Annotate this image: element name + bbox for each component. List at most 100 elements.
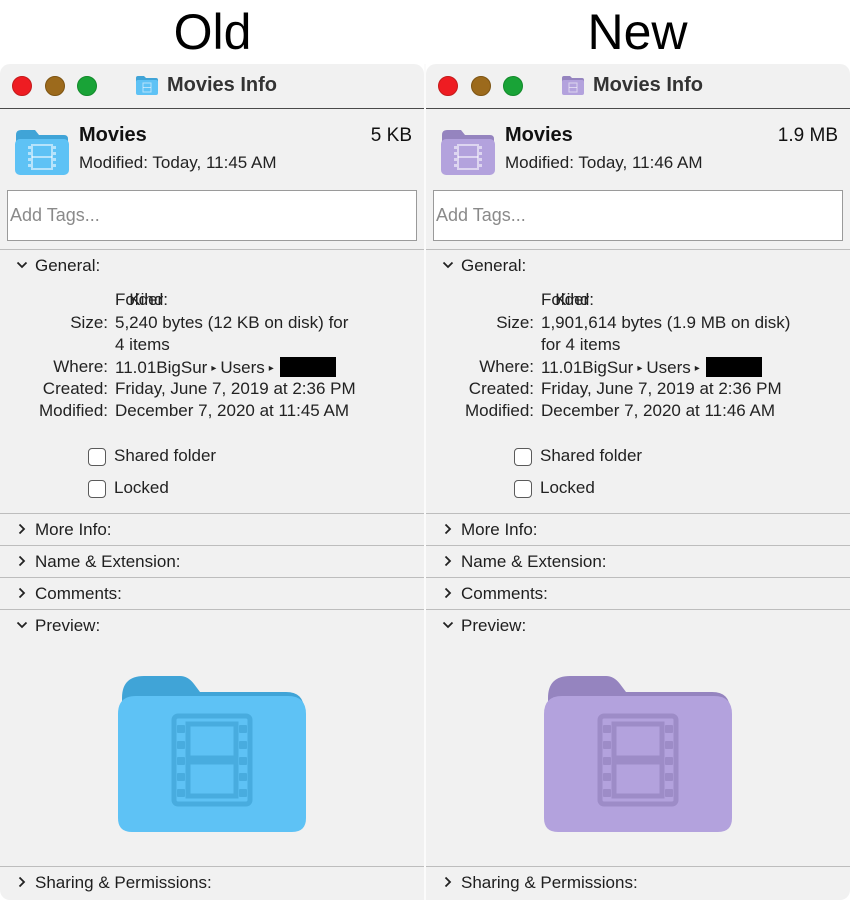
title-bar[interactable]: Movies Info bbox=[426, 64, 850, 109]
chevron-down-icon bbox=[16, 621, 28, 629]
locked-label: Locked bbox=[114, 478, 169, 497]
created-label: Created: bbox=[42, 379, 108, 398]
section-comments[interactable]: Comments: bbox=[0, 580, 424, 610]
size-value: 1,901,614 bytes (1.9 MB on disk) bbox=[541, 313, 791, 332]
section-label: More Info: bbox=[35, 520, 112, 539]
tags-input[interactable] bbox=[7, 190, 417, 241]
item-name: Movies bbox=[505, 124, 573, 146]
locked-checkbox[interactable] bbox=[514, 480, 532, 498]
minimize-button[interactable] bbox=[45, 76, 65, 96]
section-label: More Info: bbox=[461, 520, 538, 539]
chevron-right-icon bbox=[18, 587, 26, 599]
created-value: Friday, June 7, 2019 at 2:36 PM bbox=[115, 379, 356, 398]
section-label: Preview: bbox=[35, 616, 101, 635]
modified-detail-value: December 7, 2020 at 11:46 AM bbox=[541, 401, 776, 420]
window-title: Movies Info bbox=[167, 74, 278, 96]
where-value: 11.01BigSur ▸ Users ▸ bbox=[541, 357, 762, 378]
redacted-username bbox=[705, 357, 762, 377]
modified-value: Today, 11:45 AM bbox=[152, 153, 277, 172]
section-label: Name & Extension: bbox=[461, 552, 607, 571]
modified-detail-value: December 7, 2020 at 11:45 AM bbox=[115, 401, 350, 420]
section-label: Sharing & Permissions: bbox=[461, 873, 638, 892]
section-name-extension[interactable]: Name & Extension: bbox=[0, 548, 424, 578]
chevron-right-icon bbox=[444, 587, 452, 599]
kind-value: Folder bbox=[115, 290, 164, 309]
section-preview[interactable]: Preview: bbox=[426, 612, 850, 642]
locked-label: Locked bbox=[540, 478, 595, 497]
modified-label: Modified: bbox=[505, 153, 574, 172]
section-preview[interactable]: Preview: bbox=[0, 612, 424, 642]
section-label: Sharing & Permissions: bbox=[35, 873, 212, 892]
get-info-window-old: Movies Info Movies 5 KB Modified: Today,… bbox=[0, 64, 424, 900]
modified-value: Today, 11:46 AM bbox=[578, 153, 703, 172]
section-general[interactable]: General: bbox=[0, 252, 424, 282]
created-value: Friday, June 7, 2019 at 2:36 PM bbox=[541, 379, 782, 398]
chevron-right-icon bbox=[444, 876, 452, 888]
new-label: New bbox=[587, 4, 688, 60]
created-label: Created: bbox=[468, 379, 534, 398]
size-value: 5,240 bytes (12 KB on disk) for bbox=[115, 313, 349, 332]
zoom-button[interactable] bbox=[503, 76, 523, 96]
where-users: Users bbox=[220, 358, 265, 377]
size-label: Size: bbox=[70, 313, 108, 332]
section-general[interactable]: General: bbox=[426, 252, 850, 282]
modified-summary: Modified: Today, 11:46 AM bbox=[505, 153, 703, 173]
kind-value: Folder bbox=[541, 290, 590, 309]
title-bar[interactable]: Movies Info bbox=[0, 64, 424, 109]
chevron-down-icon bbox=[442, 261, 454, 269]
section-name-extension[interactable]: Name & Extension: bbox=[426, 548, 850, 578]
get-info-window-new: Movies Info Movies 1.9 MB Modified: Toda… bbox=[426, 64, 850, 900]
section-label: General: bbox=[461, 256, 527, 275]
section-more-info[interactable]: More Info: bbox=[0, 516, 424, 546]
section-more-info[interactable]: More Info: bbox=[426, 516, 850, 546]
locked-checkbox[interactable] bbox=[88, 480, 106, 498]
size-value-cont: for 4 items bbox=[541, 335, 621, 354]
chevron-right-icon bbox=[444, 555, 452, 567]
section-label: Preview: bbox=[461, 616, 527, 635]
movies-folder-preview-icon bbox=[544, 676, 732, 832]
close-button[interactable] bbox=[12, 76, 32, 96]
movies-folder-icon bbox=[15, 130, 69, 175]
minimize-button[interactable] bbox=[471, 76, 491, 96]
redacted-username bbox=[279, 357, 336, 377]
old-label: Old bbox=[173, 4, 252, 60]
movies-folder-icon bbox=[441, 130, 495, 175]
close-button[interactable] bbox=[438, 76, 458, 96]
divider bbox=[0, 513, 424, 514]
modified-summary: Modified: Today, 11:45 AM bbox=[79, 153, 277, 173]
shared-folder-checkbox[interactable] bbox=[514, 448, 532, 466]
where-label: Where: bbox=[53, 357, 108, 376]
chevron-right-icon bbox=[18, 876, 26, 888]
divider bbox=[426, 249, 850, 250]
item-name: Movies bbox=[79, 124, 147, 146]
section-label: Comments: bbox=[461, 584, 548, 603]
tags-input[interactable] bbox=[433, 190, 843, 241]
divider bbox=[0, 545, 424, 546]
section-label: General: bbox=[35, 256, 101, 275]
zoom-button[interactable] bbox=[77, 76, 97, 96]
divider bbox=[426, 545, 850, 546]
section-comments[interactable]: Comments: bbox=[426, 580, 850, 610]
section-sharing-permissions[interactable]: Sharing & Permissions: bbox=[426, 869, 850, 899]
divider bbox=[0, 249, 424, 250]
section-sharing-permissions[interactable]: Sharing & Permissions: bbox=[0, 869, 424, 899]
where-users: Users bbox=[646, 358, 691, 377]
shared-folder-checkbox[interactable] bbox=[88, 448, 106, 466]
modified-label: Modified: bbox=[79, 153, 148, 172]
divider bbox=[426, 866, 850, 867]
chevron-right-icon bbox=[444, 523, 452, 535]
modified-detail-label: Modified: bbox=[465, 401, 534, 420]
divider bbox=[0, 866, 424, 867]
shared-folder-label: Shared folder bbox=[540, 446, 643, 465]
size-label: Size: bbox=[496, 313, 534, 332]
divider bbox=[0, 577, 424, 578]
divider bbox=[426, 609, 850, 610]
path-arrow-icon: ▸ bbox=[637, 363, 643, 374]
where-volume: 11.01BigSur bbox=[541, 358, 634, 377]
path-arrow-icon: ▸ bbox=[268, 363, 274, 374]
chevron-right-icon bbox=[18, 523, 26, 535]
path-arrow-icon: ▸ bbox=[694, 363, 700, 374]
size-value-cont: 4 items bbox=[115, 335, 170, 354]
chevron-down-icon bbox=[16, 261, 28, 269]
chevron-down-icon bbox=[442, 621, 454, 629]
